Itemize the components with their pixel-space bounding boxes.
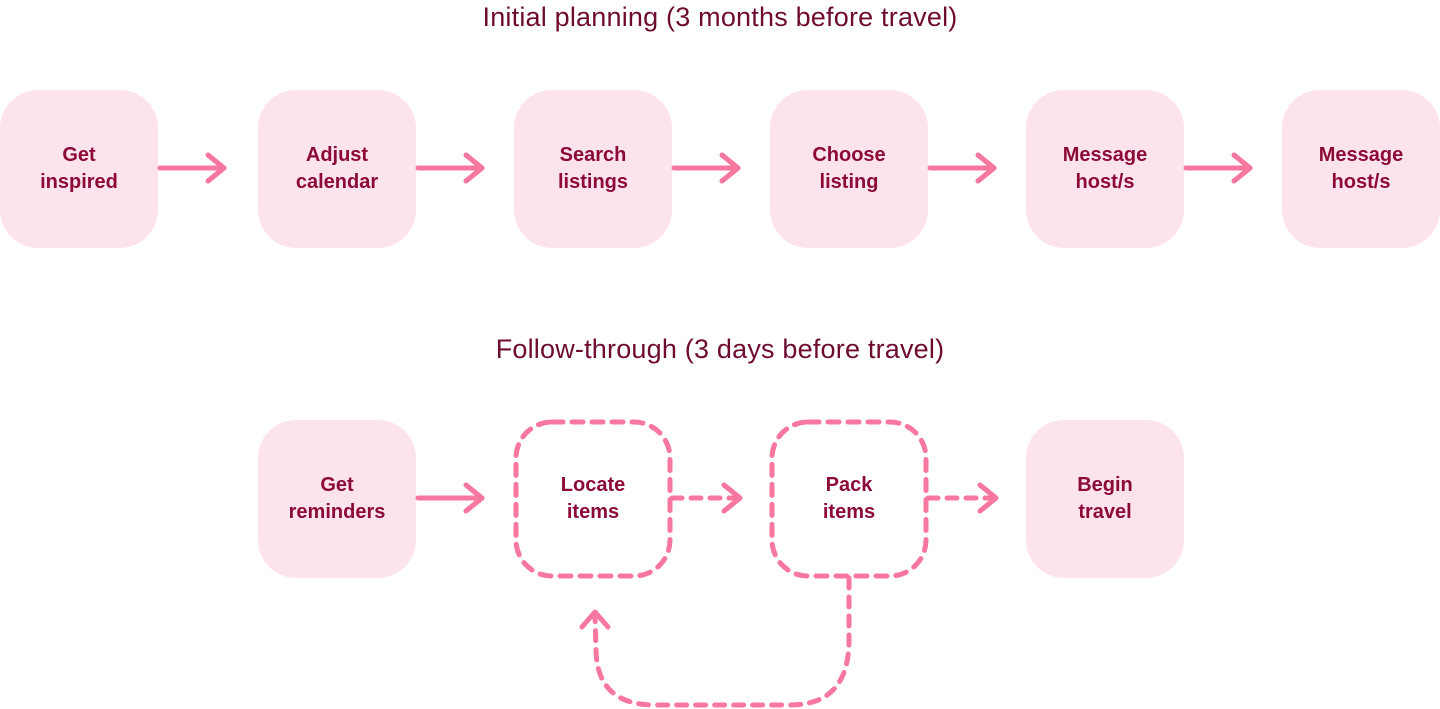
arrow-right-icon <box>415 152 485 184</box>
dashed-arrow-right-icon <box>669 482 743 514</box>
arrow-right-icon <box>157 152 227 184</box>
dashed-border-locate <box>513 419 673 579</box>
arrow-right-icon <box>927 152 997 184</box>
arrow-right-icon <box>671 152 741 184</box>
dashed-arrow-right-icon <box>925 482 999 514</box>
arrow-right-icon <box>1183 152 1253 184</box>
loop-arrow-icon <box>579 575 852 708</box>
dashed-border-pack <box>769 419 929 579</box>
arrow-right-icon <box>415 482 485 514</box>
connectors <box>157 152 1253 708</box>
